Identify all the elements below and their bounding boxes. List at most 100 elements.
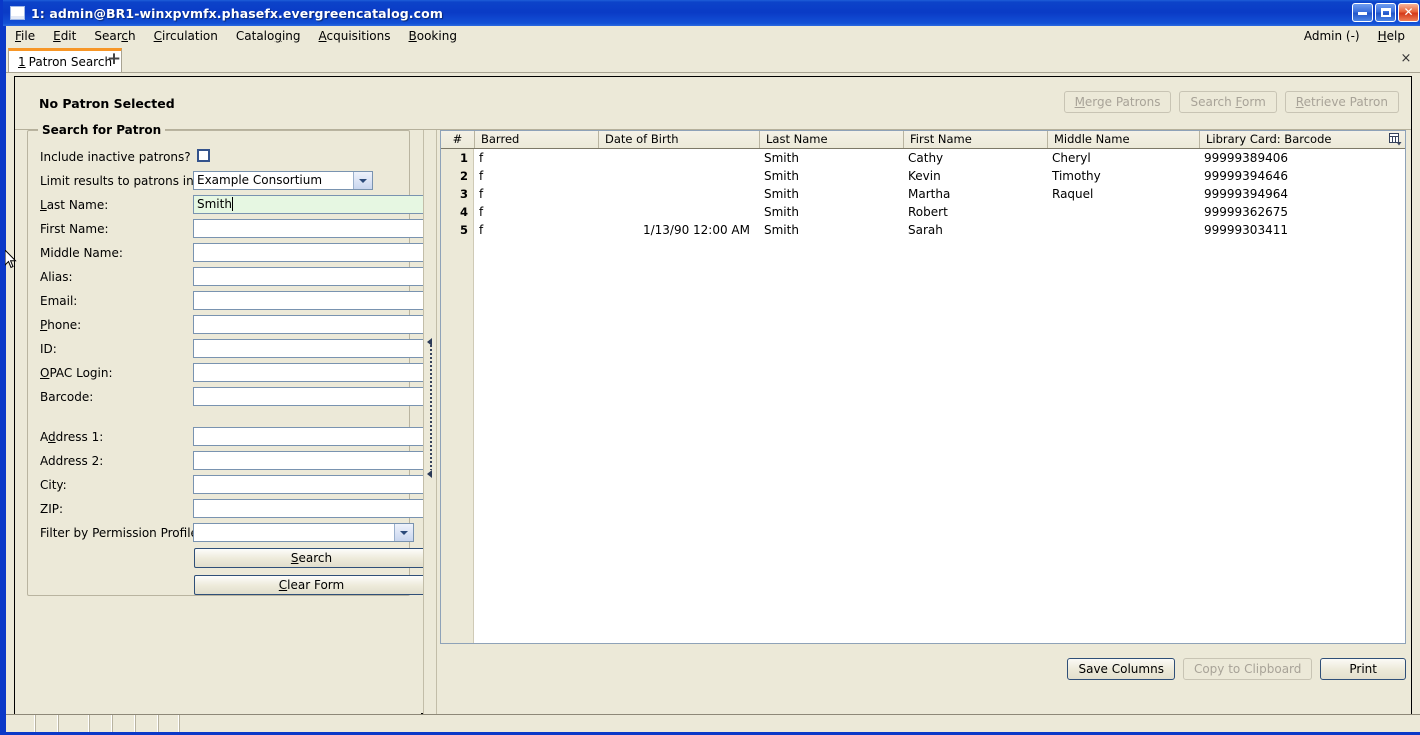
patron-summary-header: No Patron Selected Merge Patrons Search … [15, 77, 1411, 130]
opac-login-label: OPAC Login: [40, 366, 113, 380]
cell-first: Robert [908, 205, 948, 219]
column-header-number[interactable]: # [441, 131, 474, 148]
column-header-last-name[interactable]: Last Name [759, 131, 903, 148]
search-button[interactable]: Search [194, 548, 429, 568]
table-row[interactable]: 2 f Smith Kevin Timothy 99999394646 [441, 167, 1405, 185]
fieldset-legend: Search for Patron [38, 123, 166, 137]
results-footer: Save Columns Copy to Clipboard Print [440, 655, 1406, 685]
first-name-input[interactable] [193, 219, 429, 238]
cell-first: Martha [908, 187, 951, 201]
panel-splitter[interactable] [423, 130, 437, 714]
menu-circulation[interactable]: Circulation [145, 27, 227, 45]
patron-search-panel: Search for Patron Include inactive patro… [15, 123, 429, 714]
title-bar: 1: admin@BR1-winxpvmfx.phasefx.evergreen… [3, 0, 1420, 26]
address2-input[interactable] [193, 451, 429, 470]
cell-barred: f [479, 151, 484, 165]
cell-num: 3 [459, 187, 468, 201]
menu-cataloging[interactable]: Cataloging [227, 27, 310, 45]
status-segment [6, 715, 35, 732]
close-button[interactable]: ✕ [1398, 3, 1419, 22]
cell-dob [598, 185, 750, 203]
id-input[interactable] [193, 339, 429, 358]
status-segment [158, 715, 179, 732]
menu-file[interactable]: File [6, 27, 44, 45]
application-window: 1: admin@BR1-winxpvmfx.phasefx.evergreen… [0, 0, 1420, 735]
barcode-label: Barcode: [40, 390, 94, 404]
grid-header-row: # Barred Date of Birth Last Name First N… [441, 131, 1405, 149]
tab-number: 1 [18, 54, 26, 69]
tab-label: Patron Search [28, 54, 113, 69]
cell-middle [1052, 203, 1192, 221]
middle-name-label: Middle Name: [40, 246, 123, 260]
zip-input[interactable] [193, 499, 429, 518]
menu-admin[interactable]: Admin (-) [1295, 27, 1369, 45]
cell-barred: f [479, 223, 484, 237]
middle-name-input[interactable] [193, 243, 429, 262]
column-header-library-card-barcode[interactable]: Library Card: Barcode [1199, 131, 1387, 148]
cell-first: Kevin [908, 169, 941, 183]
close-tab-icon[interactable]: × [1398, 50, 1414, 66]
opac-login-input[interactable] [193, 363, 429, 382]
last-name-input[interactable]: Smith [193, 195, 429, 214]
last-name-value: Smith [197, 197, 232, 211]
menu-search[interactable]: Search [85, 27, 144, 45]
results-panel: # Barred Date of Birth Last Name First N… [437, 130, 1411, 714]
cell-middle: Cheryl [1052, 151, 1091, 165]
table-row[interactable]: 3 f Smith Martha Raquel 99999394964 [441, 185, 1405, 203]
alias-label: Alias: [40, 270, 73, 284]
permission-profile-label: Filter by Permission Profile: [40, 526, 202, 540]
merge-patrons-button[interactable]: Merge Patrons [1063, 91, 1172, 113]
first-name-label: First Name: [40, 222, 109, 236]
city-input[interactable] [193, 475, 429, 494]
retrieve-patron-button[interactable]: Retrieve Patron [1284, 91, 1399, 113]
column-header-date-of-birth[interactable]: Date of Birth [598, 131, 759, 148]
column-header-first-name[interactable]: First Name [903, 131, 1047, 148]
last-name-label: Last Name: [40, 198, 109, 212]
search-button-label: Search [290, 551, 333, 565]
maximize-button[interactable] [1375, 3, 1396, 22]
barcode-input[interactable] [193, 387, 429, 406]
cell-dob: 1/13/90 12:00 AM [642, 223, 750, 237]
clear-form-button[interactable]: Clear Form [194, 575, 429, 595]
address1-input[interactable] [193, 427, 429, 446]
cell-last: Smith [764, 205, 799, 219]
phone-label: Phone: [40, 318, 82, 332]
include-inactive-checkbox[interactable] [197, 149, 210, 162]
cell-barred: f [479, 187, 484, 201]
cell-middle [1052, 221, 1192, 239]
menu-acquisitions[interactable]: Acquisitions [310, 27, 400, 45]
status-segment [58, 715, 89, 732]
alias-input[interactable] [193, 267, 429, 286]
splitter-collapse-down-icon [427, 470, 432, 478]
new-tab-button[interactable]: + [104, 49, 124, 69]
cell-last: Smith [764, 151, 799, 165]
column-picker-icon[interactable] [1387, 132, 1403, 147]
cell-dob [598, 167, 750, 185]
table-row[interactable]: 5 f 1/13/90 12:00 AM Smith Sarah 99999303411 [441, 221, 1405, 239]
cell-num: 1 [459, 151, 468, 165]
column-header-barred[interactable]: Barred [474, 131, 598, 148]
permission-profile-select[interactable] [193, 523, 414, 542]
table-row[interactable]: 1 f Smith Cathy Cheryl 99999389406 [441, 149, 1405, 167]
minimize-button[interactable] [1352, 3, 1373, 22]
column-header-middle-name[interactable]: Middle Name [1047, 131, 1199, 148]
menu-edit[interactable]: Edit [44, 27, 85, 45]
table-row[interactable]: 4 f Smith Robert 99999362675 [441, 203, 1405, 221]
save-columns-button[interactable]: Save Columns [1067, 658, 1175, 680]
search-for-patron-fieldset: Search for Patron Include inactive patro… [27, 123, 429, 596]
chevron-down-icon [353, 172, 372, 189]
cell-last: Smith [764, 187, 799, 201]
phone-input[interactable] [193, 315, 429, 334]
copy-to-clipboard-button[interactable]: Copy to Clipboard [1182, 658, 1313, 680]
menu-help[interactable]: Help [1369, 27, 1414, 45]
splitter-grip [430, 345, 432, 470]
menu-booking[interactable]: Booking [400, 27, 466, 45]
city-label: City: [40, 478, 67, 492]
cell-first: Sarah [908, 223, 943, 237]
print-button[interactable]: Print [1320, 658, 1406, 680]
cell-middle: Timothy [1052, 169, 1101, 183]
email-input[interactable] [193, 291, 429, 310]
limit-results-select[interactable]: Example Consortium [193, 171, 373, 190]
cell-barcode: 99999362675 [1204, 205, 1288, 219]
search-form-button[interactable]: Search Form [1179, 91, 1277, 113]
